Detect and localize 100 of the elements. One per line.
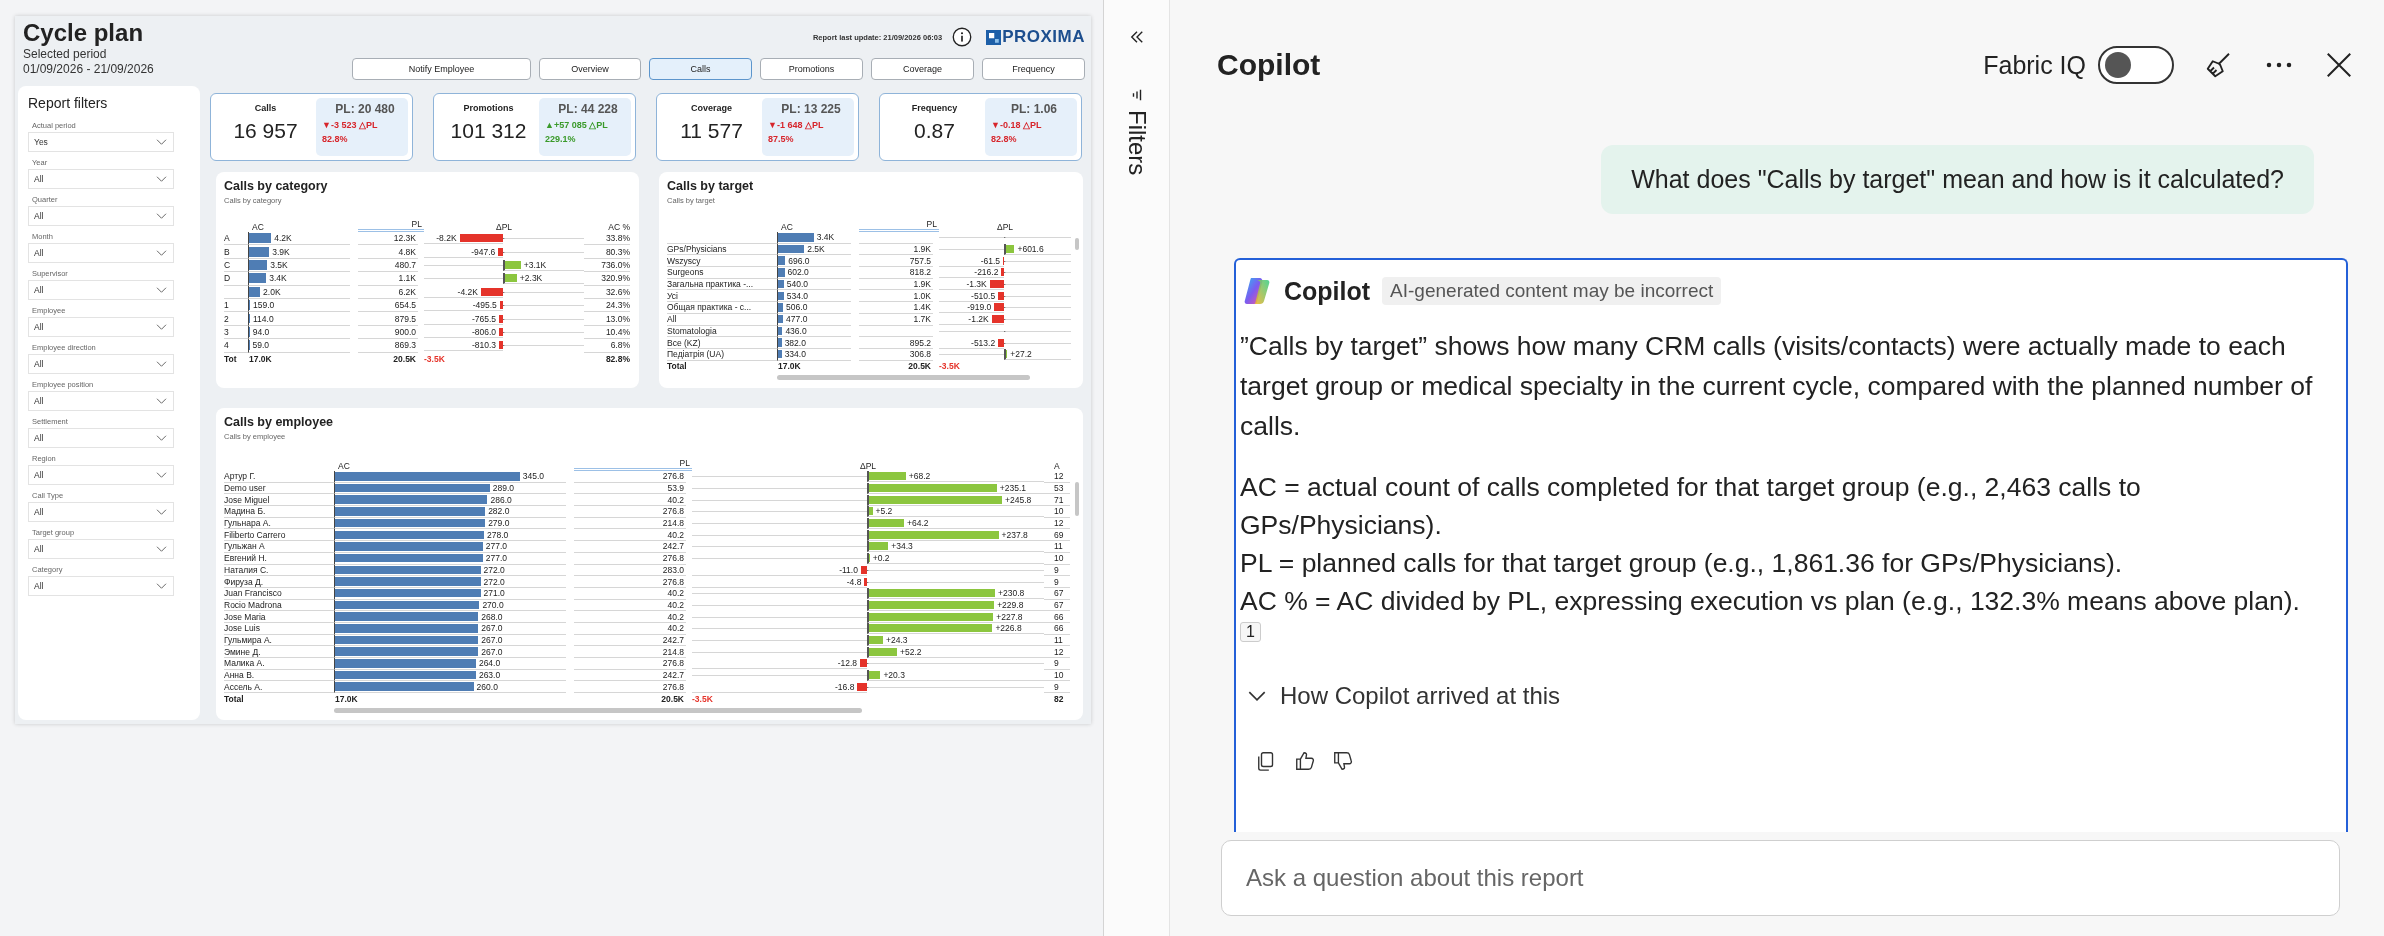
row-label: D [224,272,248,286]
table-cell: 242.7 [574,634,686,647]
table-cell: 13.0% [584,312,630,326]
table-cell: 11 [1044,634,1070,647]
table-cell: 320.9% [584,272,630,286]
kpi-label: Coverage [691,103,732,113]
citation-link[interactable]: 1 [1240,622,1261,642]
variance-value: +20.3 [882,670,905,681]
scrollbar[interactable] [1075,482,1079,516]
chevron-down-icon [156,250,167,256]
variance-value: -495.5 [472,300,498,311]
row-label: Jose Miguel [224,494,334,507]
total-value: 82.8% [604,353,630,366]
row-label: 2 [224,312,248,326]
plan-percent: 82.8% [991,133,1018,146]
nav-button[interactable]: Coverage [871,58,974,80]
filter-dropdown[interactable]: All [28,206,174,226]
row-label: Усі [667,290,777,303]
bar-value: 3.5K [269,259,288,270]
total-value: 20.5K [392,353,417,366]
pane-title[interactable]: Filters [1122,110,1151,176]
row-label: B [224,245,248,259]
bar-value: 279.0 [487,518,510,529]
plan-value: PL: 44 228 [558,101,618,118]
scrollbar[interactable] [334,707,862,713]
question-input[interactable]: Ask a question about this report [1221,840,2340,916]
table-cell: 9 [1044,564,1070,577]
collapse-icon[interactable] [1129,30,1144,44]
table-cell: 1.1K [358,272,418,286]
scrollbar[interactable] [777,375,1030,381]
info-icon[interactable] [952,27,973,47]
variance-value: -12.8 [837,658,858,669]
filter-dropdown[interactable]: All [28,465,174,485]
variance-value: +245.8 [1004,494,1032,505]
thumbs-down-icon[interactable] [1332,750,1354,772]
filter-dropdown[interactable]: All [28,502,174,522]
scrollbar[interactable] [1075,238,1079,250]
table-cell: 69 [1044,529,1070,542]
filter-dropdown[interactable]: All [28,169,174,189]
bar-value: 267.0 [480,646,503,657]
table-cell: 276.8 [574,506,686,518]
column-header: AC [337,461,351,471]
filter-dropdown[interactable]: All [28,317,174,337]
logo-icon [1242,276,1272,306]
bar-value: 270.0 [481,599,504,610]
row-label: Ассель А. [224,681,334,694]
bar-value: 268.0 [480,611,503,622]
bar-value: 3.4K [815,232,835,243]
table-cell: 480.7 [358,258,418,273]
bar-value: 477.0 [785,314,808,325]
bar-value: 540.0 [785,279,809,290]
filter-dropdown[interactable]: All [28,243,174,263]
chevron-down-icon [156,398,167,404]
row-label: Наталия С. [224,564,334,577]
nav-button[interactable]: Overview [539,58,641,80]
details-toggle[interactable]: How Copilot arrived at this [1240,682,1561,710]
variance-value: +64.2 [906,518,929,529]
filter-dropdown[interactable]: All [28,428,174,448]
variance-value: -61.5 [980,255,1002,266]
filter-dropdown[interactable]: All [28,391,174,411]
chevron-down-icon [156,472,167,478]
filter-dropdown[interactable]: Yes [28,132,174,152]
bar-value: 2.0K [262,286,281,297]
filter-dropdown[interactable]: All [28,354,174,374]
thumbs-up-icon[interactable] [1294,750,1316,772]
chevron-down-icon [156,324,167,330]
column-header: ΔPL [858,461,878,471]
table-cell: 1.0K [859,290,933,303]
bar-value: 159.0 [252,300,275,311]
panel-title: Calls by target [667,178,755,195]
row-label: Эмине Д. [224,646,334,658]
table-cell: 654.5 [358,298,418,313]
column-header: PL [574,458,692,471]
nav-button[interactable]: Frequency [982,58,1085,80]
bar-value: 277.0 [484,541,508,552]
toggle-switch[interactable] [2098,46,2174,84]
variance-value: +2.3K [518,273,543,284]
chevron-down-icon [156,546,167,552]
row-label: Загальна практика -... [667,278,777,291]
table-cell: 12 [1044,517,1070,530]
table-cell: 4.8K [358,245,418,259]
nav-button[interactable]: Promotions [760,58,863,80]
table-cell: 9 [1044,681,1070,694]
row-label: Общая практика - с... [667,302,777,314]
pane-title: Copilot [1217,48,1321,82]
bar-value: 267.0 [480,634,503,645]
panel-title: Calls by category [224,178,329,195]
filter-dropdown[interactable]: All [28,280,174,300]
close-icon[interactable] [2324,50,2354,80]
filter-dropdown[interactable]: All [28,576,174,596]
variance-value: -1.2K [968,314,990,325]
variance-value: -513.2 [971,337,997,348]
row-label: Гульмира А. [224,634,334,647]
chevron-down-icon [156,509,167,515]
variance-value: -216.2 [974,267,1000,278]
variance-value: -510.5 [971,290,997,301]
nav-button[interactable]: Calls [649,58,752,80]
bar-value: 264.0 [477,658,501,669]
filter-dropdown[interactable]: All [28,539,174,559]
nav-button[interactable]: Notify Employee [352,58,531,80]
